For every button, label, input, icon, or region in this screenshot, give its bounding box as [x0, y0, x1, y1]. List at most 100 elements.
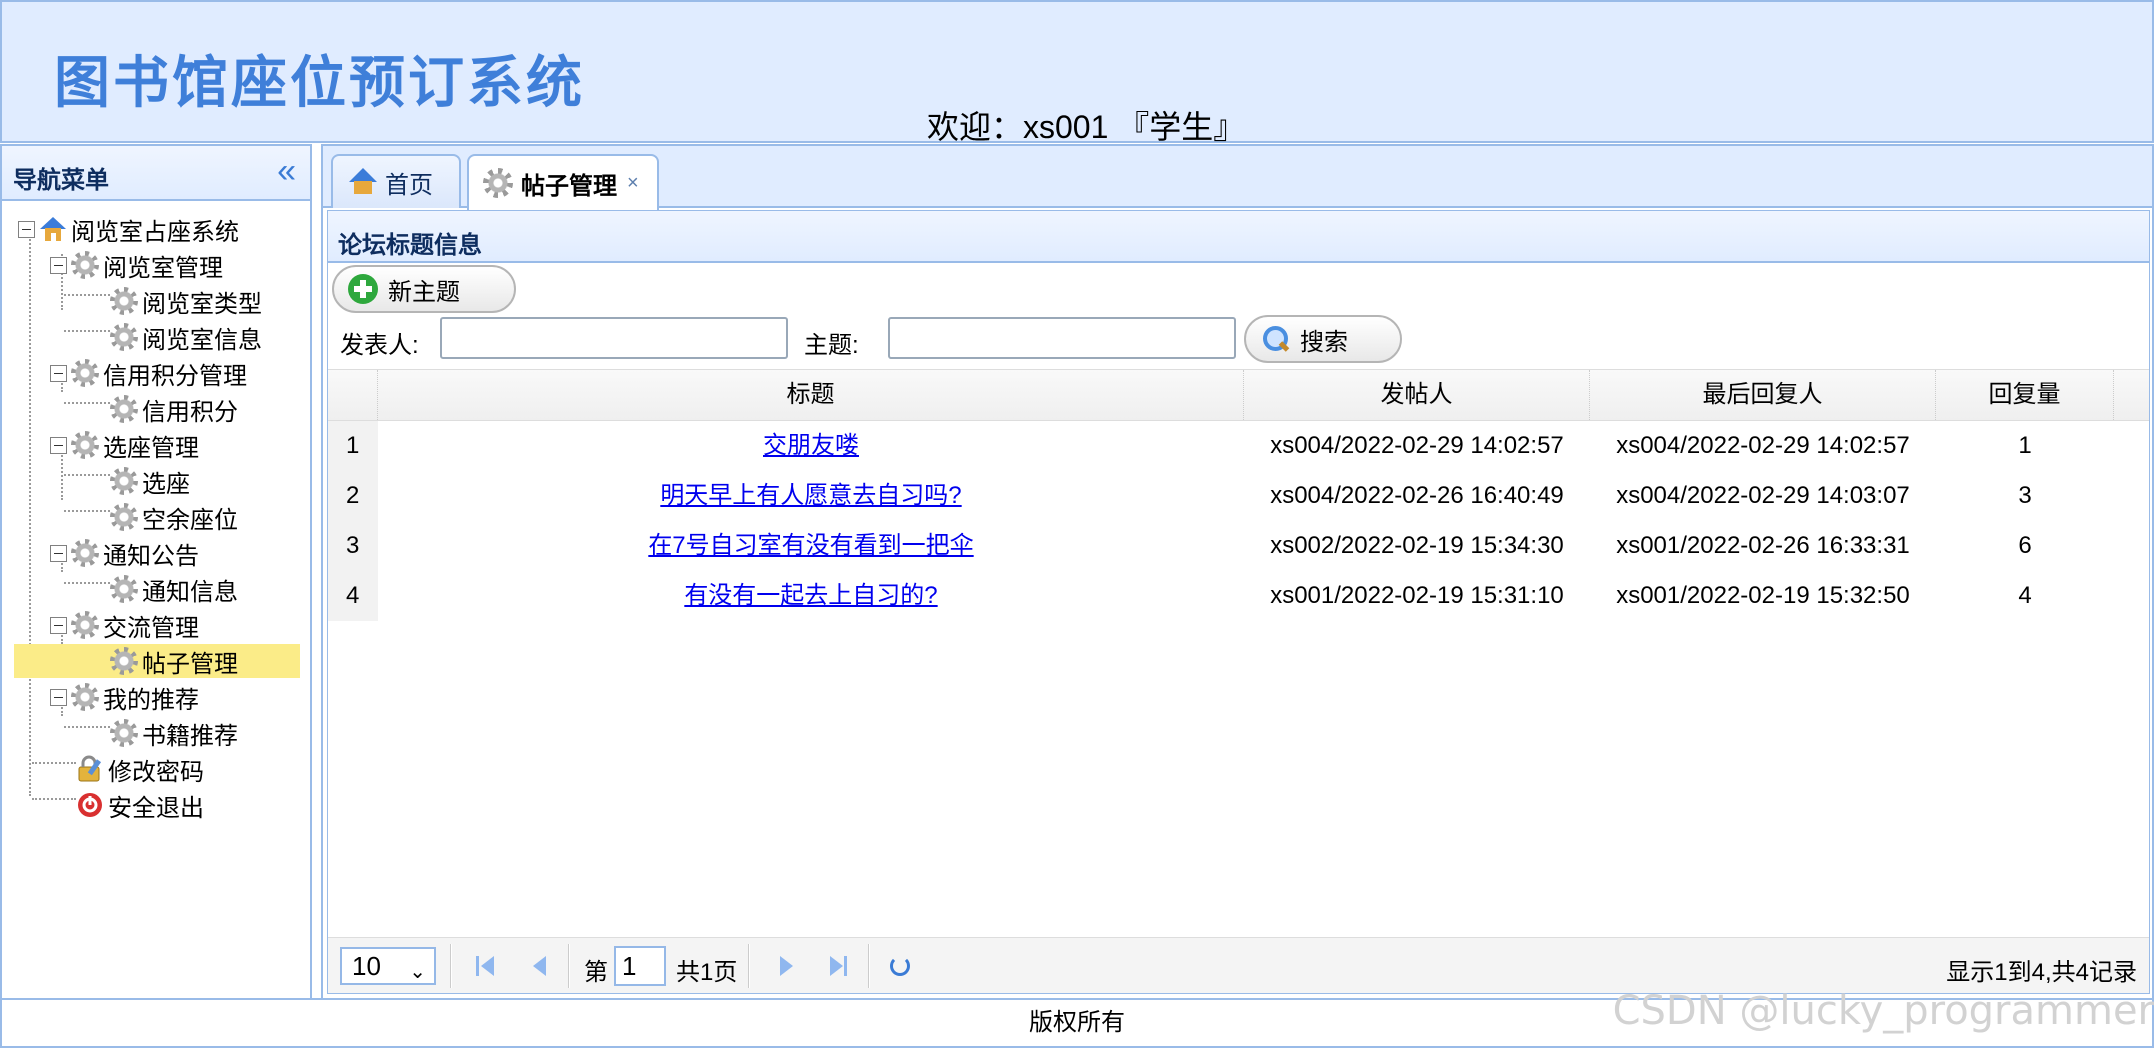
gear-icon [110, 503, 138, 531]
page-number-input[interactable]: 1 [614, 946, 666, 986]
close-icon[interactable]: × [627, 172, 639, 195]
table-row[interactable]: 3 在7号自习室有没有看到一把伞 xs002/2022-02-19 15:34:… [328, 521, 2149, 571]
table-row[interactable]: 4 有没有一起去上自习的? xs001/2022-02-19 15:31:10 … [328, 571, 2149, 621]
tree-label: 信用积分管理 [103, 362, 247, 390]
row-number: 2 [328, 471, 378, 521]
tree-node-free-seats[interactable]: 空余座位 [110, 500, 238, 534]
copyright-text: 版权所有 [1029, 1009, 1125, 1036]
tree-node-credit-mgmt[interactable]: 信用积分管理 [50, 356, 247, 390]
table-row[interactable]: 2 明天早上有人愿意去自习吗? xs004/2022-02-26 16:40:4… [328, 471, 2149, 521]
first-page-button[interactable] [472, 952, 500, 980]
collapse-toggle-icon[interactable] [18, 220, 35, 238]
double-chevron-left-icon[interactable]: « [277, 154, 296, 188]
tree-node-reading-room-type[interactable]: 阅览室类型 [110, 284, 262, 318]
panel-title: 论坛标题信息 [328, 211, 2149, 263]
exit-icon [76, 791, 104, 819]
lock-edit-icon [76, 755, 104, 783]
subject-input[interactable] [888, 317, 1236, 359]
subject-label: 主题: [804, 332, 859, 359]
gear-icon [110, 467, 138, 495]
post-title-link[interactable]: 明天早上有人愿意去自习吗? [660, 482, 961, 509]
tree-node-seat-mgmt[interactable]: 选座管理 [50, 428, 199, 462]
tree-node-change-password[interactable]: 修改密码 [76, 752, 204, 786]
new-topic-button[interactable]: 新主题 [332, 265, 516, 313]
tree-node-notices[interactable]: 通知公告 [50, 536, 199, 570]
replies-cell: 3 [2018, 482, 2032, 509]
last-page-icon [830, 956, 843, 976]
tree-node-root[interactable]: 阅览室占座系统 [18, 212, 239, 246]
tree-node-notice-info[interactable]: 通知信息 [110, 572, 238, 606]
gear-icon [110, 395, 138, 423]
tab-home[interactable]: 首页 [331, 154, 461, 208]
post-title-link[interactable]: 交朋友喽 [763, 432, 859, 459]
collapse-toggle-icon[interactable] [50, 256, 67, 274]
row-number: 1 [328, 421, 378, 471]
collapse-toggle-icon[interactable] [50, 688, 67, 706]
tree-node-logout[interactable]: 安全退出 [76, 788, 204, 822]
post-title-link[interactable]: 在7号自习室有没有看到一把伞 [648, 532, 973, 559]
nav-header: 导航菜单 « [2, 146, 310, 201]
tree-node-post-mgmt[interactable]: 帖子管理 [14, 644, 300, 678]
column-header-replies[interactable]: 回复量 [1936, 370, 2114, 420]
gear-icon [110, 719, 138, 747]
tree-node-select-seat[interactable]: 选座 [110, 464, 190, 498]
welcome-text: 欢迎：xs001 『学生』 [927, 109, 1246, 145]
gear-icon [71, 539, 99, 567]
next-page-button[interactable] [772, 952, 800, 980]
page-total: 共1页 [676, 959, 738, 986]
search-button[interactable]: 搜索 [1244, 315, 1402, 363]
last-reply-cell: xs001/2022-02-19 15:32:50 [1616, 582, 1910, 609]
gear-icon [483, 168, 513, 198]
search-label: 搜索 [1300, 328, 1348, 356]
pagination-info: 显示1到4,共4记录 [1946, 959, 2137, 986]
tab-bar: 首页 帖子管理 × [323, 146, 2152, 210]
collapse-toggle-icon[interactable] [50, 436, 67, 454]
column-header-last-reply[interactable]: 最后回复人 [1590, 370, 1936, 420]
app-header: 图书馆座位预订系统 欢迎：xs001 『学生』 [0, 0, 2154, 145]
refresh-button[interactable] [886, 952, 914, 980]
tree-label: 我的推荐 [103, 686, 199, 714]
last-page-button[interactable] [826, 952, 854, 980]
grid-header: 标题 发帖人 最后回复人 回复量 [328, 369, 2149, 421]
tree-label: 选座 [142, 470, 190, 498]
gear-icon [71, 611, 99, 639]
collapse-toggle-icon[interactable] [50, 544, 67, 562]
gear-icon [110, 323, 138, 351]
tree-label: 修改密码 [108, 758, 204, 786]
toolbar: 新主题 发表人: 主题: 搜索 [328, 263, 2149, 369]
collapse-toggle-icon[interactable] [50, 364, 67, 382]
tree-label: 阅览室管理 [103, 254, 223, 282]
title-cell: 在7号自习室有没有看到一把伞 [378, 521, 1244, 571]
tree-node-reading-room-info[interactable]: 阅览室信息 [110, 320, 262, 354]
prev-page-button[interactable] [526, 952, 554, 980]
post-title-link[interactable]: 有没有一起去上自习的? [684, 582, 937, 609]
last-reply-cell: xs004/2022-02-29 14:03:07 [1616, 482, 1910, 509]
tab-post-mgmt[interactable]: 帖子管理 × [467, 154, 659, 210]
tree-node-my-recommend[interactable]: 我的推荐 [50, 680, 199, 714]
row-number: 3 [328, 521, 378, 571]
tree-node-credit-points[interactable]: 信用积分 [110, 392, 238, 426]
gear-icon [110, 647, 138, 675]
collapse-toggle-icon[interactable] [50, 616, 67, 634]
first-page-icon [476, 956, 479, 976]
tree-label: 交流管理 [103, 614, 199, 642]
page-size-select[interactable]: 10 ⌄ [340, 947, 436, 985]
table-row[interactable]: 1 交朋友喽 xs004/2022-02-29 14:02:57 xs004/2… [328, 421, 2149, 471]
gear-icon [110, 575, 138, 603]
home-icon [39, 215, 67, 243]
pagination-bar: 10 ⌄ 第 1 共1页 显示1到4,共4记录 [328, 937, 2149, 993]
next-page-icon [780, 956, 793, 976]
tree-label: 选座管理 [103, 434, 199, 462]
nav-title: 导航菜单 [13, 167, 109, 194]
tree-node-communication-mgmt[interactable]: 交流管理 [50, 608, 199, 642]
refresh-icon [890, 956, 910, 976]
column-header-title[interactable]: 标题 [378, 370, 1244, 420]
tree-node-book-recommend[interactable]: 书籍推荐 [110, 716, 238, 750]
tree-label: 帖子管理 [142, 650, 238, 678]
title-cell: 有没有一起去上自习的? [378, 571, 1244, 621]
tree-node-reading-room-mgmt[interactable]: 阅览室管理 [50, 248, 223, 282]
tree-label: 空余座位 [142, 506, 238, 534]
poster-input[interactable] [440, 317, 788, 359]
page-size-value: 10 [352, 951, 381, 981]
column-header-poster[interactable]: 发帖人 [1244, 370, 1590, 420]
